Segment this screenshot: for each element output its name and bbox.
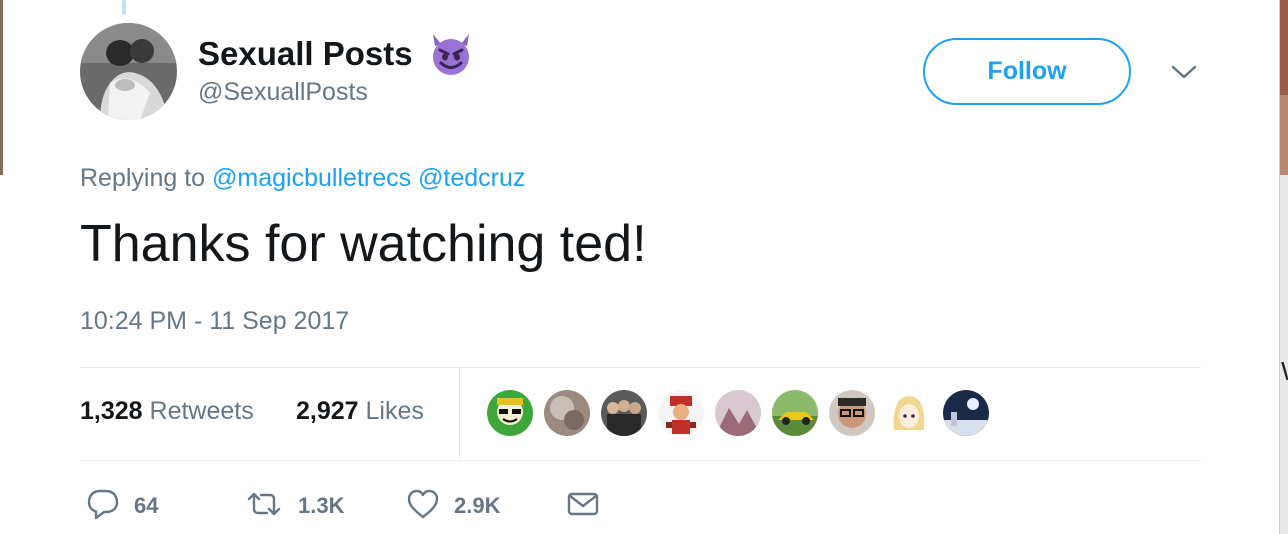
follow-button[interactable]: Follow — [923, 38, 1131, 105]
stats-vertical-divider — [459, 367, 460, 460]
retweets-stat[interactable]: 1,328 Retweets — [80, 397, 254, 426]
envelope-icon[interactable] — [566, 490, 600, 523]
retweet-action[interactable]: 1.3K — [244, 486, 344, 526]
thread-connector-line — [122, 0, 126, 15]
reply-count: 64 — [134, 493, 159, 518]
retweet-count: 1.3K — [298, 493, 345, 518]
stats-bottom-divider — [80, 460, 1201, 461]
smiling-imp-emoji-icon — [427, 30, 475, 78]
display-name-text: Sexuall Posts — [198, 35, 413, 72]
likes-count: 2,927 — [296, 397, 359, 425]
mention-link[interactable]: @tedcruz — [418, 164, 525, 192]
reply-icon[interactable] — [86, 488, 120, 525]
liker-avatar[interactable] — [713, 388, 763, 438]
mention-link[interactable]: @magicbulletrecs — [212, 164, 411, 192]
reply-action[interactable]: 64 — [86, 486, 158, 526]
retweet-icon[interactable] — [244, 489, 284, 524]
tweet-timestamp[interactable]: 10:24 PM - 11 Sep 2017 — [80, 307, 349, 336]
likes-label: Likes — [365, 397, 424, 425]
liker-avatar[interactable] — [884, 388, 934, 438]
stats-top-divider — [80, 367, 1201, 368]
liker-avatar[interactable] — [542, 388, 592, 438]
liker-avatar[interactable] — [941, 388, 991, 438]
like-count: 2.9K — [454, 493, 501, 518]
profile-avatar[interactable] — [80, 23, 177, 120]
liker-avatar[interactable] — [827, 388, 877, 438]
like-action[interactable]: 2.9K — [406, 486, 500, 526]
likes-stat[interactable]: 2,927 Likes — [296, 397, 424, 426]
heart-icon[interactable] — [406, 488, 440, 525]
liker-avatar[interactable] — [770, 388, 820, 438]
replying-to-line: Replying to @magicbulletrecs @tedcruz — [80, 164, 525, 193]
tweet-text: Thanks for watching ted! — [80, 215, 647, 273]
replying-prefix: Replying to — [80, 164, 206, 192]
chevron-down-icon[interactable] — [1170, 62, 1198, 82]
retweets-label: Retweets — [149, 397, 254, 425]
user-handle[interactable]: @SexuallPosts — [198, 78, 368, 107]
background-edge-left — [0, 0, 3, 175]
liker-avatar[interactable] — [656, 388, 706, 438]
direct-message-action[interactable] — [566, 486, 600, 526]
liker-avatar[interactable] — [485, 388, 535, 438]
display-name[interactable]: Sexuall Posts — [198, 30, 475, 78]
liker-avatar[interactable] — [599, 388, 649, 438]
background-edge-right: W — [1279, 0, 1288, 534]
retweets-count: 1,328 — [80, 397, 143, 425]
